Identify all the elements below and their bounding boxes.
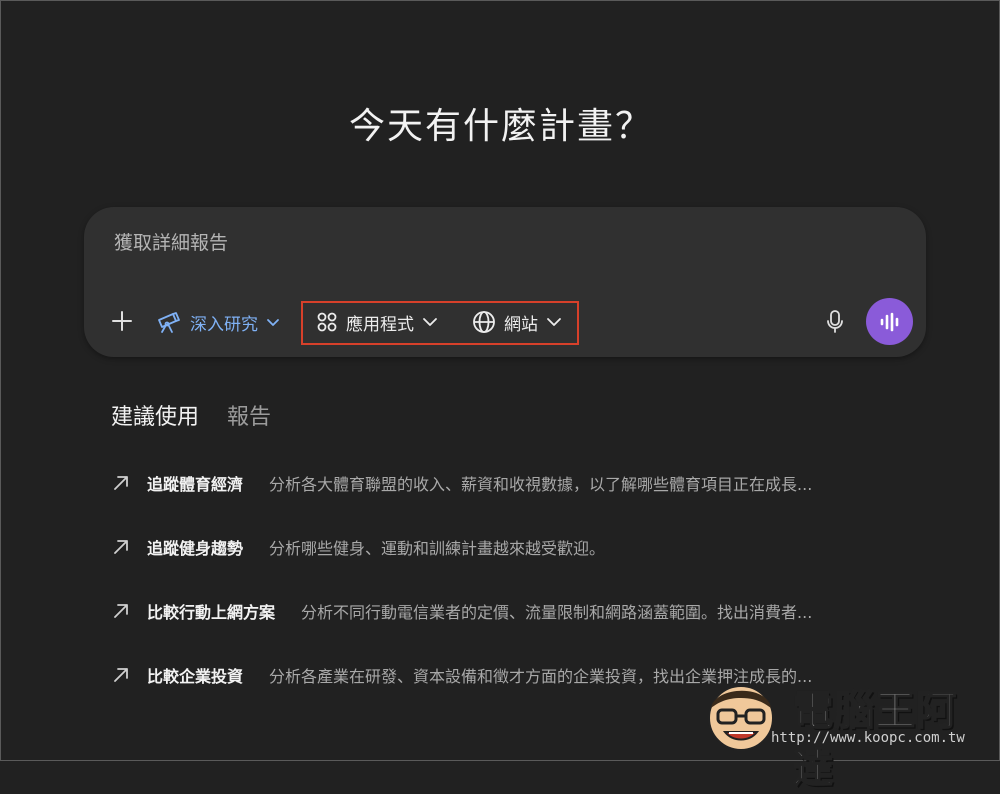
voice-waveform-icon bbox=[880, 312, 898, 331]
page-headline: 今天有什麼計畫？ bbox=[348, 106, 653, 147]
voice-mode-button[interactable] bbox=[866, 298, 913, 345]
dictate-button[interactable] bbox=[822, 309, 848, 335]
chevron-down-icon bbox=[267, 319, 279, 326]
suggestion-item[interactable]: 追蹤體育經濟 分析各大體育聯盟的收入、薪資和收視數據，以了解哪些體育項目正在成長.… bbox=[111, 471, 911, 535]
suggestion-description: 分析不同行動電信業者的定價、流量限制和網路涵蓋範圍。找出消費者... bbox=[301, 603, 813, 622]
suggestion-description: 分析各產業在研發、資本設備和徵才方面的企業投資，找出企業押注成長的... bbox=[269, 667, 813, 686]
suggestion-item[interactable]: 追蹤健身趨勢 分析哪些健身、運動和訓練計畫越來越受歡迎。 bbox=[111, 535, 911, 599]
suggestion-tabs: 建議使用 報告 bbox=[111, 399, 271, 431]
deep-research-label: 深入研究 bbox=[190, 314, 258, 335]
arrow-up-right-icon bbox=[114, 604, 128, 618]
suggestion-description: 分析哪些健身、運動和訓練計畫越來越受歡迎。 bbox=[269, 539, 606, 558]
plus-icon bbox=[112, 311, 132, 331]
suggestion-item[interactable]: 比較企業投資 分析各產業在研發、資本設備和徵才方面的企業投資，找出企業押注成長的.… bbox=[111, 663, 911, 727]
tab-suggested[interactable]: 建議使用 bbox=[111, 399, 199, 431]
suggestion-item[interactable]: 比較行動上網方案 分析不同行動電信業者的定價、流量限制和網路涵蓋範圍。找出消費者.… bbox=[111, 599, 911, 663]
deep-research-button[interactable]: 深入研究 bbox=[156, 307, 280, 337]
arrow-up-right-icon bbox=[114, 476, 128, 490]
suggestion-description: 分析各大體育聯盟的收入、薪資和收視數據，以了解哪些體育項目正在成長... bbox=[269, 475, 813, 494]
suggestion-list: 追蹤體育經濟 分析各大體育聯盟的收入、薪資和收視數據，以了解哪些體育項目正在成長.… bbox=[111, 471, 911, 727]
prompt-input[interactable] bbox=[112, 231, 816, 255]
arrow-up-right-icon bbox=[114, 540, 128, 554]
telescope-icon bbox=[158, 312, 180, 333]
suggestion-title: 比較行動上網方案 bbox=[147, 603, 276, 622]
add-attachment-button[interactable] bbox=[108, 307, 136, 335]
suggestion-title: 追蹤健身趨勢 bbox=[147, 539, 244, 558]
annotation-highlight-box bbox=[301, 301, 579, 345]
suggestion-title: 比較企業投資 bbox=[147, 667, 244, 686]
arrow-up-right-icon bbox=[114, 668, 128, 682]
tab-reports[interactable]: 報告 bbox=[227, 399, 271, 431]
microphone-icon bbox=[827, 310, 843, 333]
suggestion-title: 追蹤體育經濟 bbox=[147, 475, 244, 494]
watermark-url: http://www.koopc.com.tw bbox=[771, 730, 965, 746]
prompt-composer: 深入研究 應用程式 網站 bbox=[84, 207, 926, 357]
